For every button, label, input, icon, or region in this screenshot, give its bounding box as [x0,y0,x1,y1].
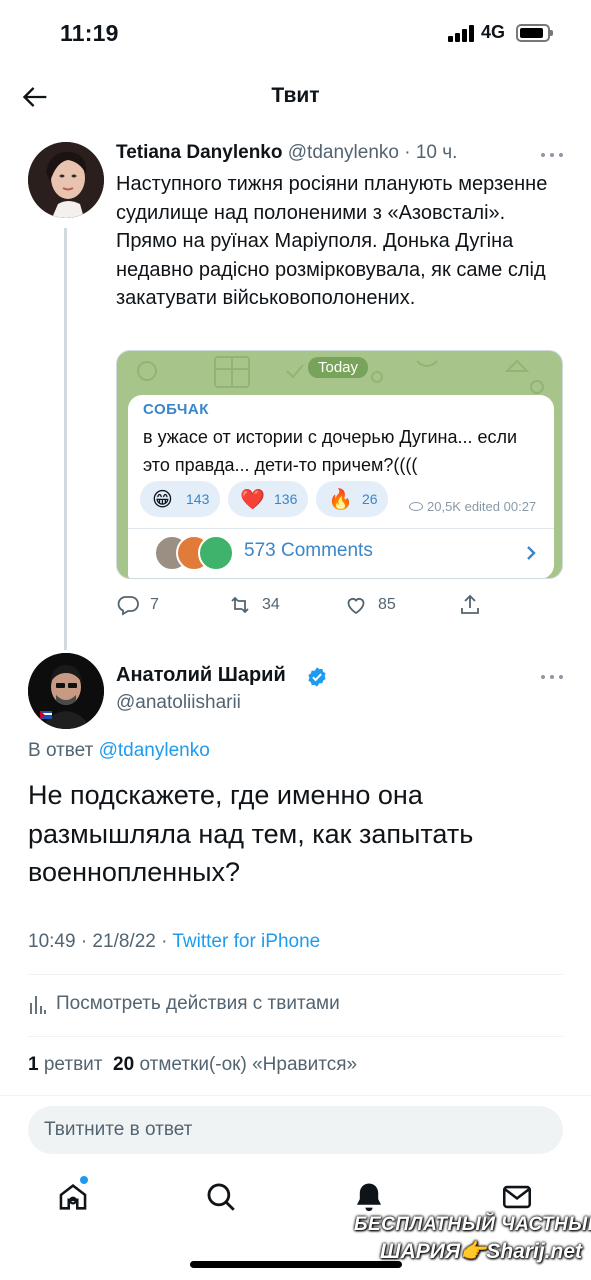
comments-link: 573 Comments [244,540,373,561]
search-icon [207,1183,235,1211]
chevron-right-icon [527,546,536,560]
parent-time-ago: · 10 ч. [404,142,458,163]
main-tweet-text: Не подскажете, где именно она размышляла… [28,780,474,887]
eye-icon [409,502,423,511]
timestamp-text: 10:49 · 21/8/22 · [28,931,173,952]
like-total[interactable]: 20 [113,1054,134,1075]
notifications-icon [356,1183,382,1212]
view-tweet-analytics-link[interactable]: Посмотреть действия с твитами [28,990,340,1018]
reply-context: В ответ @tdanylenko [28,740,210,762]
retweet-button[interactable]: 34 [228,590,280,620]
like-label[interactable]: отметки(-ок) «Нравится» [139,1054,357,1075]
fire-emoji-icon: 🔥 [328,488,353,511]
divider [128,528,554,529]
retweet-label[interactable]: ретвит [44,1054,103,1075]
tweet-timestamp: 10:49 · 21/8/22 · Twitter for iPhone [28,931,320,953]
analytics-icon [30,996,46,1014]
page-title: Твит [271,84,320,107]
divider [28,974,563,975]
reply-count: 7 [150,596,159,613]
status-bar: 11:19 4G [0,0,591,66]
retweet-total[interactable]: 1 [28,1054,39,1075]
new-content-dot [80,1176,88,1184]
share-button[interactable] [458,590,482,620]
reply-input[interactable] [44,1106,544,1154]
reaction-grin: 😁 143 [140,481,220,517]
reaction-count: 143 [186,491,210,507]
heart-emoji-icon: ❤️ [240,488,265,511]
reaction-count: 136 [274,491,298,507]
views-edited-text: 20,5K edited 00:27 [427,499,537,514]
reaction-heart: ❤️ 136 [228,481,308,517]
channel-name: СОБЧАК [143,401,209,418]
more-options-icon[interactable] [540,672,566,682]
status-time: 11:19 [60,20,119,46]
heart-icon [347,598,365,615]
nav-header: Твит [0,70,591,124]
tab-home[interactable] [56,1180,90,1214]
avatar-anatoliisharii[interactable] [28,653,104,729]
tab-messages[interactable] [500,1180,534,1214]
like-count: 85 [378,596,396,613]
views-edited: 20,5K edited 00:27 [409,499,536,514]
grin-emoji-icon: 😁 [152,488,173,511]
analytics-label: Посмотреть действия с твитами [56,993,340,1014]
reaction-fire: 🔥 26 [316,481,388,517]
tab-search[interactable] [204,1180,238,1214]
cellular-signal-icon [448,25,476,42]
main-author-name[interactable]: Анатолий Шарий [116,664,286,687]
divider [28,1036,563,1037]
thread-connector [64,228,67,650]
embedded-screenshot-image[interactable]: Today СОБЧАК в ужасе от истории с дочерь… [116,350,563,579]
home-icon [59,1184,87,1210]
avatar-tdanylenko[interactable] [28,142,104,218]
reply-button[interactable]: 7 [116,590,159,620]
reply-prefix: В ответ [28,740,94,761]
parent-tweet-text: Наступного тижня росіяни планують мерзен… [116,173,548,309]
retweet-icon [231,596,249,614]
divider [0,1095,591,1096]
parent-tweet-actions: 7 34 85 [116,590,556,620]
like-button[interactable]: 85 [344,590,396,620]
telegram-message-bubble: СОБЧАК в ужасе от истории с дочерью Дуги… [128,395,554,578]
reply-mention-link[interactable]: @tdanylenko [99,740,210,761]
reply-icon [117,596,139,616]
back-arrow-icon[interactable] [18,80,52,114]
parent-author-name[interactable]: Tetiana Danylenko [116,142,282,163]
verified-badge-icon [308,667,326,687]
reply-composer[interactable] [28,1106,563,1154]
retweet-count: 34 [262,596,280,613]
channel-message: в ужасе от истории с дочерью Дугина... е… [143,427,518,475]
tab-notifications[interactable] [352,1180,386,1214]
messages-icon [502,1185,532,1209]
home-indicator[interactable] [190,1261,402,1268]
more-options-icon[interactable] [540,150,566,160]
share-icon [461,594,479,614]
main-author-handle[interactable]: @anatoliisharii [116,692,241,714]
engagement-stats: 1 ретвит 20 отметки(-ок) «Нравится» [28,1054,357,1076]
parent-tweet-header: Tetiana Danylenko @tdanylenko · 10 ч. [116,142,457,164]
commenter-avatars [154,535,234,571]
date-chip: Today [307,357,369,378]
watermark-line-1: БЕСПЛАТНЫЙ ЧАСТНЫЙ [354,1214,591,1235]
battery-icon [516,24,553,42]
source-link[interactable]: Twitter for iPhone [172,931,320,952]
reaction-count: 26 [362,491,378,507]
parent-author-handle[interactable]: @tdanylenko [288,142,399,163]
network-type: 4G [481,22,506,42]
